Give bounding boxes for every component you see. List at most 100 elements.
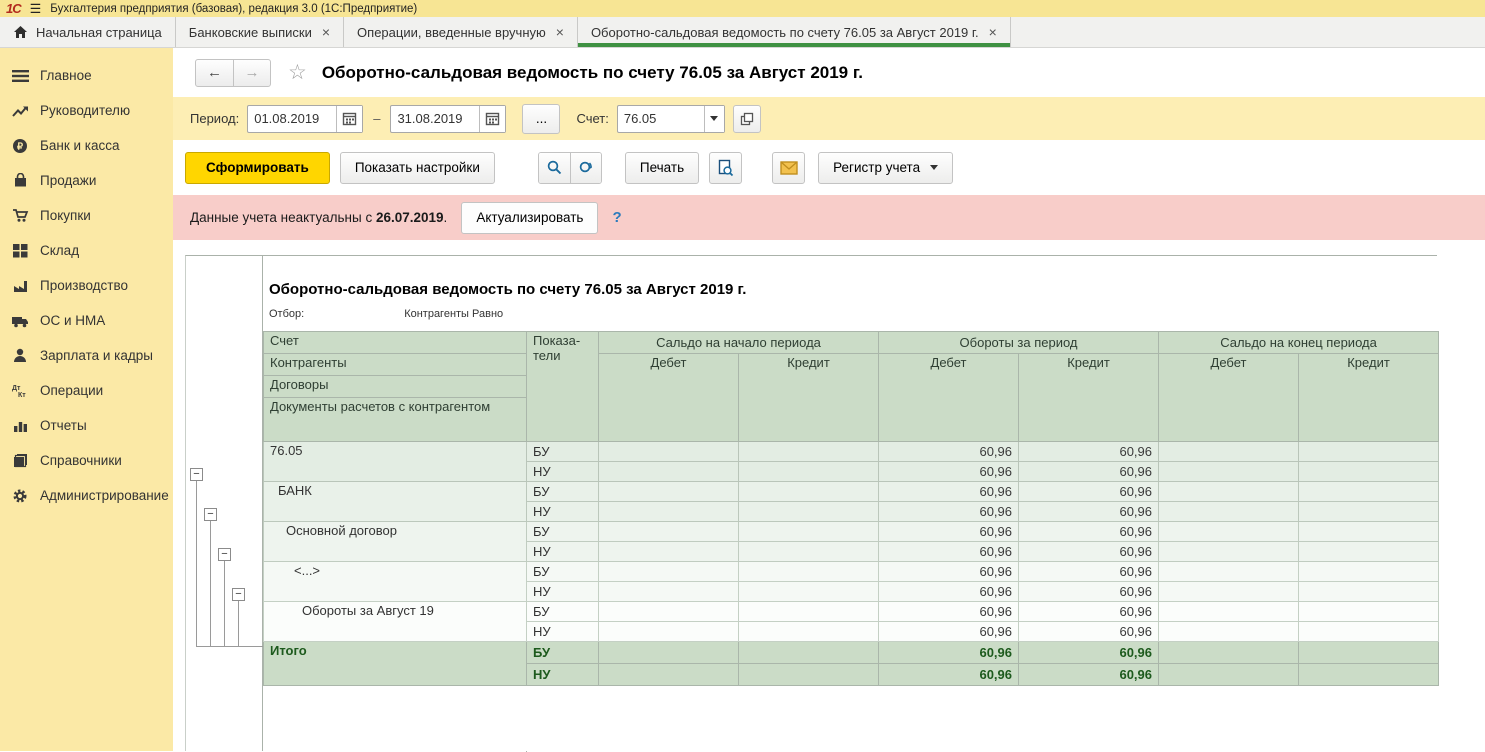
close-icon[interactable]: × xyxy=(989,25,997,39)
row-value xyxy=(1299,502,1439,522)
sidebar-item-банк-и-касса[interactable]: ₽Банк и касса xyxy=(0,128,173,163)
warning-banner: Данные учета неактуальны с 26.07.2019. А… xyxy=(173,195,1485,240)
close-icon[interactable]: × xyxy=(556,25,564,39)
row-value xyxy=(739,482,879,502)
table-row: Обороты за Август 19БУ60,9660,96 xyxy=(264,602,1439,622)
sidebar-item-зарплата-и-кадры[interactable]: Зарплата и кадры xyxy=(0,338,173,373)
tab-label: Начальная страница xyxy=(36,25,162,40)
favorite-star-icon[interactable]: ☆ xyxy=(288,60,307,85)
tree-collapse-button[interactable]: − xyxy=(232,588,245,601)
row-value xyxy=(599,602,739,622)
filter-row: Период: – ... Счет: xyxy=(173,97,1485,140)
sidebar-item-склад[interactable]: Склад xyxy=(0,233,173,268)
row-value: 60,96 xyxy=(879,582,1019,602)
sidebar-item-label: Склад xyxy=(40,243,79,258)
sidebar-item-label: Справочники xyxy=(40,453,122,468)
person-icon xyxy=(11,348,29,363)
tab-1[interactable]: Банковские выписки× xyxy=(176,17,344,47)
tab-label: Оборотно-сальдовая ведомость по счету 76… xyxy=(591,25,979,40)
sidebar-item-label: Покупки xyxy=(40,208,91,223)
banner-date: 26.07.2019 xyxy=(376,210,444,225)
row-indicator: НУ xyxy=(527,502,599,522)
row-value: 60,96 xyxy=(879,562,1019,582)
filter-label: Отбор: xyxy=(269,308,304,320)
forward-button[interactable]: → xyxy=(233,60,270,86)
tree-collapse-button[interactable]: − xyxy=(190,468,203,481)
header-credit: Кредит xyxy=(1019,354,1159,442)
row-value xyxy=(599,622,739,642)
open-account-icon[interactable] xyxy=(733,105,761,133)
period-label: Период: xyxy=(190,111,239,126)
grid-icon xyxy=(11,244,29,258)
header-credit: Кредит xyxy=(739,354,879,442)
sidebar-item-покупки[interactable]: Покупки xyxy=(0,198,173,233)
main-menu-icon[interactable]: ☰ xyxy=(30,1,42,16)
sidebar-item-операции[interactable]: ДтКтОперации xyxy=(0,373,173,408)
tab-home[interactable]: Начальная страница xyxy=(0,17,176,47)
header-account: Счет xyxy=(264,332,527,354)
mail-icon[interactable] xyxy=(772,152,805,184)
search-icon[interactable] xyxy=(539,153,570,183)
row-value xyxy=(599,664,739,686)
header-documents: Документы расчетов с контрагентом xyxy=(264,398,527,442)
row-value xyxy=(1299,482,1439,502)
actualize-button[interactable]: Актуализировать xyxy=(461,202,598,234)
register-button[interactable]: Регистр учета xyxy=(818,152,953,184)
sidebar-item-отчеты[interactable]: Отчеты xyxy=(0,408,173,443)
row-indicator: БУ xyxy=(527,602,599,622)
table-row: ИтогоБУ60,9660,96 xyxy=(264,642,1439,664)
close-icon[interactable]: × xyxy=(322,25,330,39)
show-settings-button[interactable]: Показать настройки xyxy=(340,152,495,184)
account-input[interactable] xyxy=(618,106,704,132)
sidebar-item-главное[interactable]: Главное xyxy=(0,58,173,93)
choose-period-button[interactable]: ... xyxy=(522,104,560,134)
tab-3[interactable]: Оборотно-сальдовая ведомость по счету 76… xyxy=(578,17,1011,47)
sidebar-item-ос-и-нма[interactable]: ОС и НМА xyxy=(0,303,173,338)
tree-line xyxy=(196,646,263,647)
tree-line xyxy=(196,481,197,646)
filter-value: Контрагенты Равно xyxy=(404,308,503,320)
table-row: 76.05БУ60,9660,96 xyxy=(264,442,1439,462)
svg-text:Дт: Дт xyxy=(12,385,21,392)
help-link[interactable]: ? xyxy=(612,209,621,226)
print-preview-icon[interactable] xyxy=(709,152,742,184)
row-value xyxy=(1159,442,1299,462)
sidebar-item-label: Руководителю xyxy=(40,103,130,118)
row-value xyxy=(1299,642,1439,664)
period-from-input[interactable] xyxy=(248,106,336,132)
report-area: −−−− Оборотно-сальдовая ведомость по сче… xyxy=(185,255,1437,751)
header-debit: Дебет xyxy=(879,354,1019,442)
tab-2[interactable]: Операции, введенные вручную× xyxy=(344,17,578,47)
calendar-icon[interactable] xyxy=(336,106,362,132)
report-table: Счет Показа- тели Сальдо на начало перио… xyxy=(263,331,1439,686)
row-value xyxy=(1299,622,1439,642)
print-button[interactable]: Печать xyxy=(625,152,699,184)
search-next-icon[interactable] xyxy=(570,153,601,183)
header-saldo-end: Сальдо на конец периода xyxy=(1159,332,1439,354)
sidebar-item-справочники[interactable]: Справочники xyxy=(0,443,173,478)
chevron-down-icon[interactable] xyxy=(704,106,724,132)
row-value xyxy=(599,642,739,664)
window-title: Бухгалтерия предприятия (базовая), редак… xyxy=(50,3,417,15)
tree-collapse-button[interactable]: − xyxy=(204,508,217,521)
row-value xyxy=(599,522,739,542)
row-value xyxy=(1299,664,1439,686)
row-indicator: НУ xyxy=(527,542,599,562)
generate-button[interactable]: Сформировать xyxy=(185,152,330,184)
row-value xyxy=(1299,522,1439,542)
period-to-input[interactable] xyxy=(391,106,479,132)
sidebar-item-руководителю[interactable]: Руководителю xyxy=(0,93,173,128)
sidebar-item-администрирование[interactable]: Администрирование xyxy=(0,478,173,513)
chart-icon xyxy=(11,419,29,433)
main-area: ← → ☆ Оборотно-сальдовая ведомость по сч… xyxy=(173,48,1485,751)
calendar-icon[interactable] xyxy=(479,106,505,132)
row-value: 60,96 xyxy=(879,462,1019,482)
tree-collapse-button[interactable]: − xyxy=(218,548,231,561)
row-value xyxy=(1159,522,1299,542)
row-value xyxy=(739,502,879,522)
row-value xyxy=(739,664,879,686)
sidebar-item-продажи[interactable]: Продажи xyxy=(0,163,173,198)
sidebar-item-производство[interactable]: Производство xyxy=(0,268,173,303)
back-button[interactable]: ← xyxy=(196,60,233,86)
period-from-field xyxy=(247,105,363,133)
